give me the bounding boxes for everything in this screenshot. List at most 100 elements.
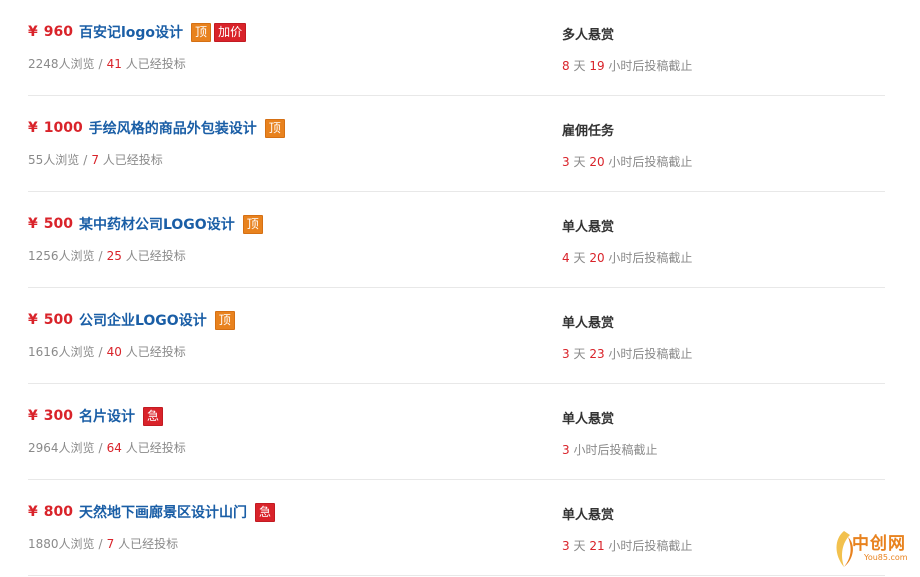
stats-separator: / xyxy=(98,537,103,551)
task-deadline: 8 天 19 小时后投稿截止 xyxy=(562,57,692,74)
task-price: ¥500 xyxy=(28,216,73,232)
task-price: ¥960 xyxy=(28,24,73,40)
stats-separator: / xyxy=(83,153,88,167)
stats-separator: / xyxy=(98,345,103,359)
deadline-days-unit: 天 xyxy=(573,59,586,73)
bid-count: 64 xyxy=(106,441,122,455)
urgent-badge: 急 xyxy=(142,406,163,426)
task-type: 单人悬赏 xyxy=(562,316,615,331)
stats-separator: / xyxy=(98,441,103,455)
task-deadline: 3 天 21 小时后投稿截止 xyxy=(562,537,692,554)
top-badge: 顶 xyxy=(264,118,285,138)
task-list: ¥960 百安记logo设计 顶加价 2248人浏览/41 人已经投标 多人悬赏… xyxy=(0,0,920,576)
deadline-hours: 19 xyxy=(589,59,605,73)
task-deadline: 4 天 20 小时后投稿截止 xyxy=(562,249,692,266)
deadline-suffix: 小时后投稿截止 xyxy=(573,443,658,457)
deadline-hours: 20 xyxy=(589,251,605,265)
price-increase-badge: 加价 xyxy=(214,22,247,42)
task-title-link[interactable]: 手绘风格的商品外包装设计 xyxy=(89,118,257,138)
currency-symbol: ¥ xyxy=(28,408,38,424)
task-title-line: ¥500 公司企业LOGO设计 顶 xyxy=(28,310,235,330)
task-title-link[interactable]: 天然地下画廊景区设计山门 xyxy=(79,502,247,522)
task-item[interactable]: ¥960 百安记logo设计 顶加价 2248人浏览/41 人已经投标 多人悬赏… xyxy=(28,0,885,96)
bid-count-suffix: 人已经投标 xyxy=(125,249,186,263)
task-type: 雇佣任务 xyxy=(562,124,615,139)
deadline-days: 3 xyxy=(562,347,570,361)
deadline-suffix: 小时后投稿截止 xyxy=(608,155,693,169)
deadline-suffix: 小时后投稿截止 xyxy=(608,539,693,553)
bid-count-suffix: 人已经投标 xyxy=(125,441,186,455)
task-title-link[interactable]: 名片设计 xyxy=(79,406,135,426)
top-badge: 顶 xyxy=(242,214,263,234)
task-title-line: ¥500 某中药材公司LOGO设计 顶 xyxy=(28,214,263,234)
task-title-line: ¥800 天然地下画廊景区设计山门 急 xyxy=(28,502,275,522)
deadline-days: 4 xyxy=(562,251,570,265)
view-count: 1256人浏览 xyxy=(28,249,95,263)
price-amount: 1000 xyxy=(43,120,83,136)
deadline-days: 8 xyxy=(562,59,570,73)
deadline-days-unit: 天 xyxy=(573,251,586,265)
task-price: ¥800 xyxy=(28,504,73,520)
bid-count-suffix: 人已经投标 xyxy=(118,537,179,551)
price-amount: 500 xyxy=(43,312,73,328)
task-stats: 1256人浏览/25 人已经投标 xyxy=(28,247,186,264)
task-deadline: 3 天 23 小时后投稿截止 xyxy=(562,345,692,362)
task-stats: 2248人浏览/41 人已经投标 xyxy=(28,55,186,72)
view-count: 55人浏览 xyxy=(28,153,80,167)
currency-symbol: ¥ xyxy=(28,312,38,328)
deadline-suffix: 小时后投稿截止 xyxy=(608,347,693,361)
watermark: 中创网 You85.com xyxy=(830,527,916,571)
task-title-link[interactable]: 百安记logo设计 xyxy=(79,22,183,42)
top-badge: 顶 xyxy=(191,22,212,42)
watermark-text: 中创网 xyxy=(852,534,906,554)
stats-separator: / xyxy=(98,57,103,71)
price-amount: 300 xyxy=(43,408,73,424)
currency-symbol: ¥ xyxy=(28,24,38,40)
bid-count-suffix: 人已经投标 xyxy=(125,57,186,71)
task-type: 单人悬赏 xyxy=(562,508,615,523)
deadline-hours: 21 xyxy=(589,539,605,553)
bid-count: 41 xyxy=(106,57,122,71)
watermark-subtext: You85.com xyxy=(864,553,908,562)
task-price: ¥300 xyxy=(28,408,73,424)
bid-count-suffix: 人已经投标 xyxy=(125,345,186,359)
bid-count: 25 xyxy=(106,249,122,263)
deadline-hours: 3 xyxy=(562,443,570,457)
price-amount: 500 xyxy=(43,216,73,232)
currency-symbol: ¥ xyxy=(28,216,38,232)
price-amount: 960 xyxy=(43,24,73,40)
task-item[interactable]: ¥1000 手绘风格的商品外包装设计 顶 55人浏览/7 人已经投标 雇佣任务 … xyxy=(28,96,885,192)
bid-count: 7 xyxy=(106,537,115,551)
task-stats: 55人浏览/7 人已经投标 xyxy=(28,151,163,168)
view-count: 1880人浏览 xyxy=(28,537,95,551)
task-title-line: ¥1000 手绘风格的商品外包装设计 顶 xyxy=(28,118,285,138)
deadline-suffix: 小时后投稿截止 xyxy=(608,59,693,73)
task-stats: 1616人浏览/40 人已经投标 xyxy=(28,343,186,360)
top-badge: 顶 xyxy=(214,310,235,330)
task-type: 单人悬赏 xyxy=(562,220,615,235)
task-item[interactable]: ¥300 名片设计 急 2964人浏览/64 人已经投标 单人悬赏 3 小时后投… xyxy=(28,384,885,480)
view-count: 2964人浏览 xyxy=(28,441,95,455)
deadline-hours: 23 xyxy=(589,347,605,361)
task-title-link[interactable]: 公司企业LOGO设计 xyxy=(79,310,207,330)
task-item[interactable]: ¥500 某中药材公司LOGO设计 顶 1256人浏览/25 人已经投标 单人悬… xyxy=(28,192,885,288)
deadline-days-unit: 天 xyxy=(573,155,586,169)
view-count: 2248人浏览 xyxy=(28,57,95,71)
view-count: 1616人浏览 xyxy=(28,345,95,359)
task-stats: 2964人浏览/64 人已经投标 xyxy=(28,439,186,456)
urgent-badge: 急 xyxy=(254,502,275,522)
deadline-hours: 20 xyxy=(589,155,605,169)
task-item[interactable]: ¥500 公司企业LOGO设计 顶 1616人浏览/40 人已经投标 单人悬赏 … xyxy=(28,288,885,384)
task-item[interactable]: ¥800 天然地下画廊景区设计山门 急 1880人浏览/7 人已经投标 单人悬赏… xyxy=(28,480,885,576)
task-price: ¥1000 xyxy=(28,120,83,136)
task-title-link[interactable]: 某中药材公司LOGO设计 xyxy=(79,214,235,234)
price-amount: 800 xyxy=(43,504,73,520)
deadline-days: 3 xyxy=(562,539,570,553)
deadline-days: 3 xyxy=(562,155,570,169)
task-price: ¥500 xyxy=(28,312,73,328)
task-deadline: 3 天 20 小时后投稿截止 xyxy=(562,153,692,170)
deadline-days-unit: 天 xyxy=(573,347,586,361)
bid-count: 40 xyxy=(106,345,122,359)
task-type: 单人悬赏 xyxy=(562,412,615,427)
task-deadline: 3 小时后投稿截止 xyxy=(562,441,657,458)
